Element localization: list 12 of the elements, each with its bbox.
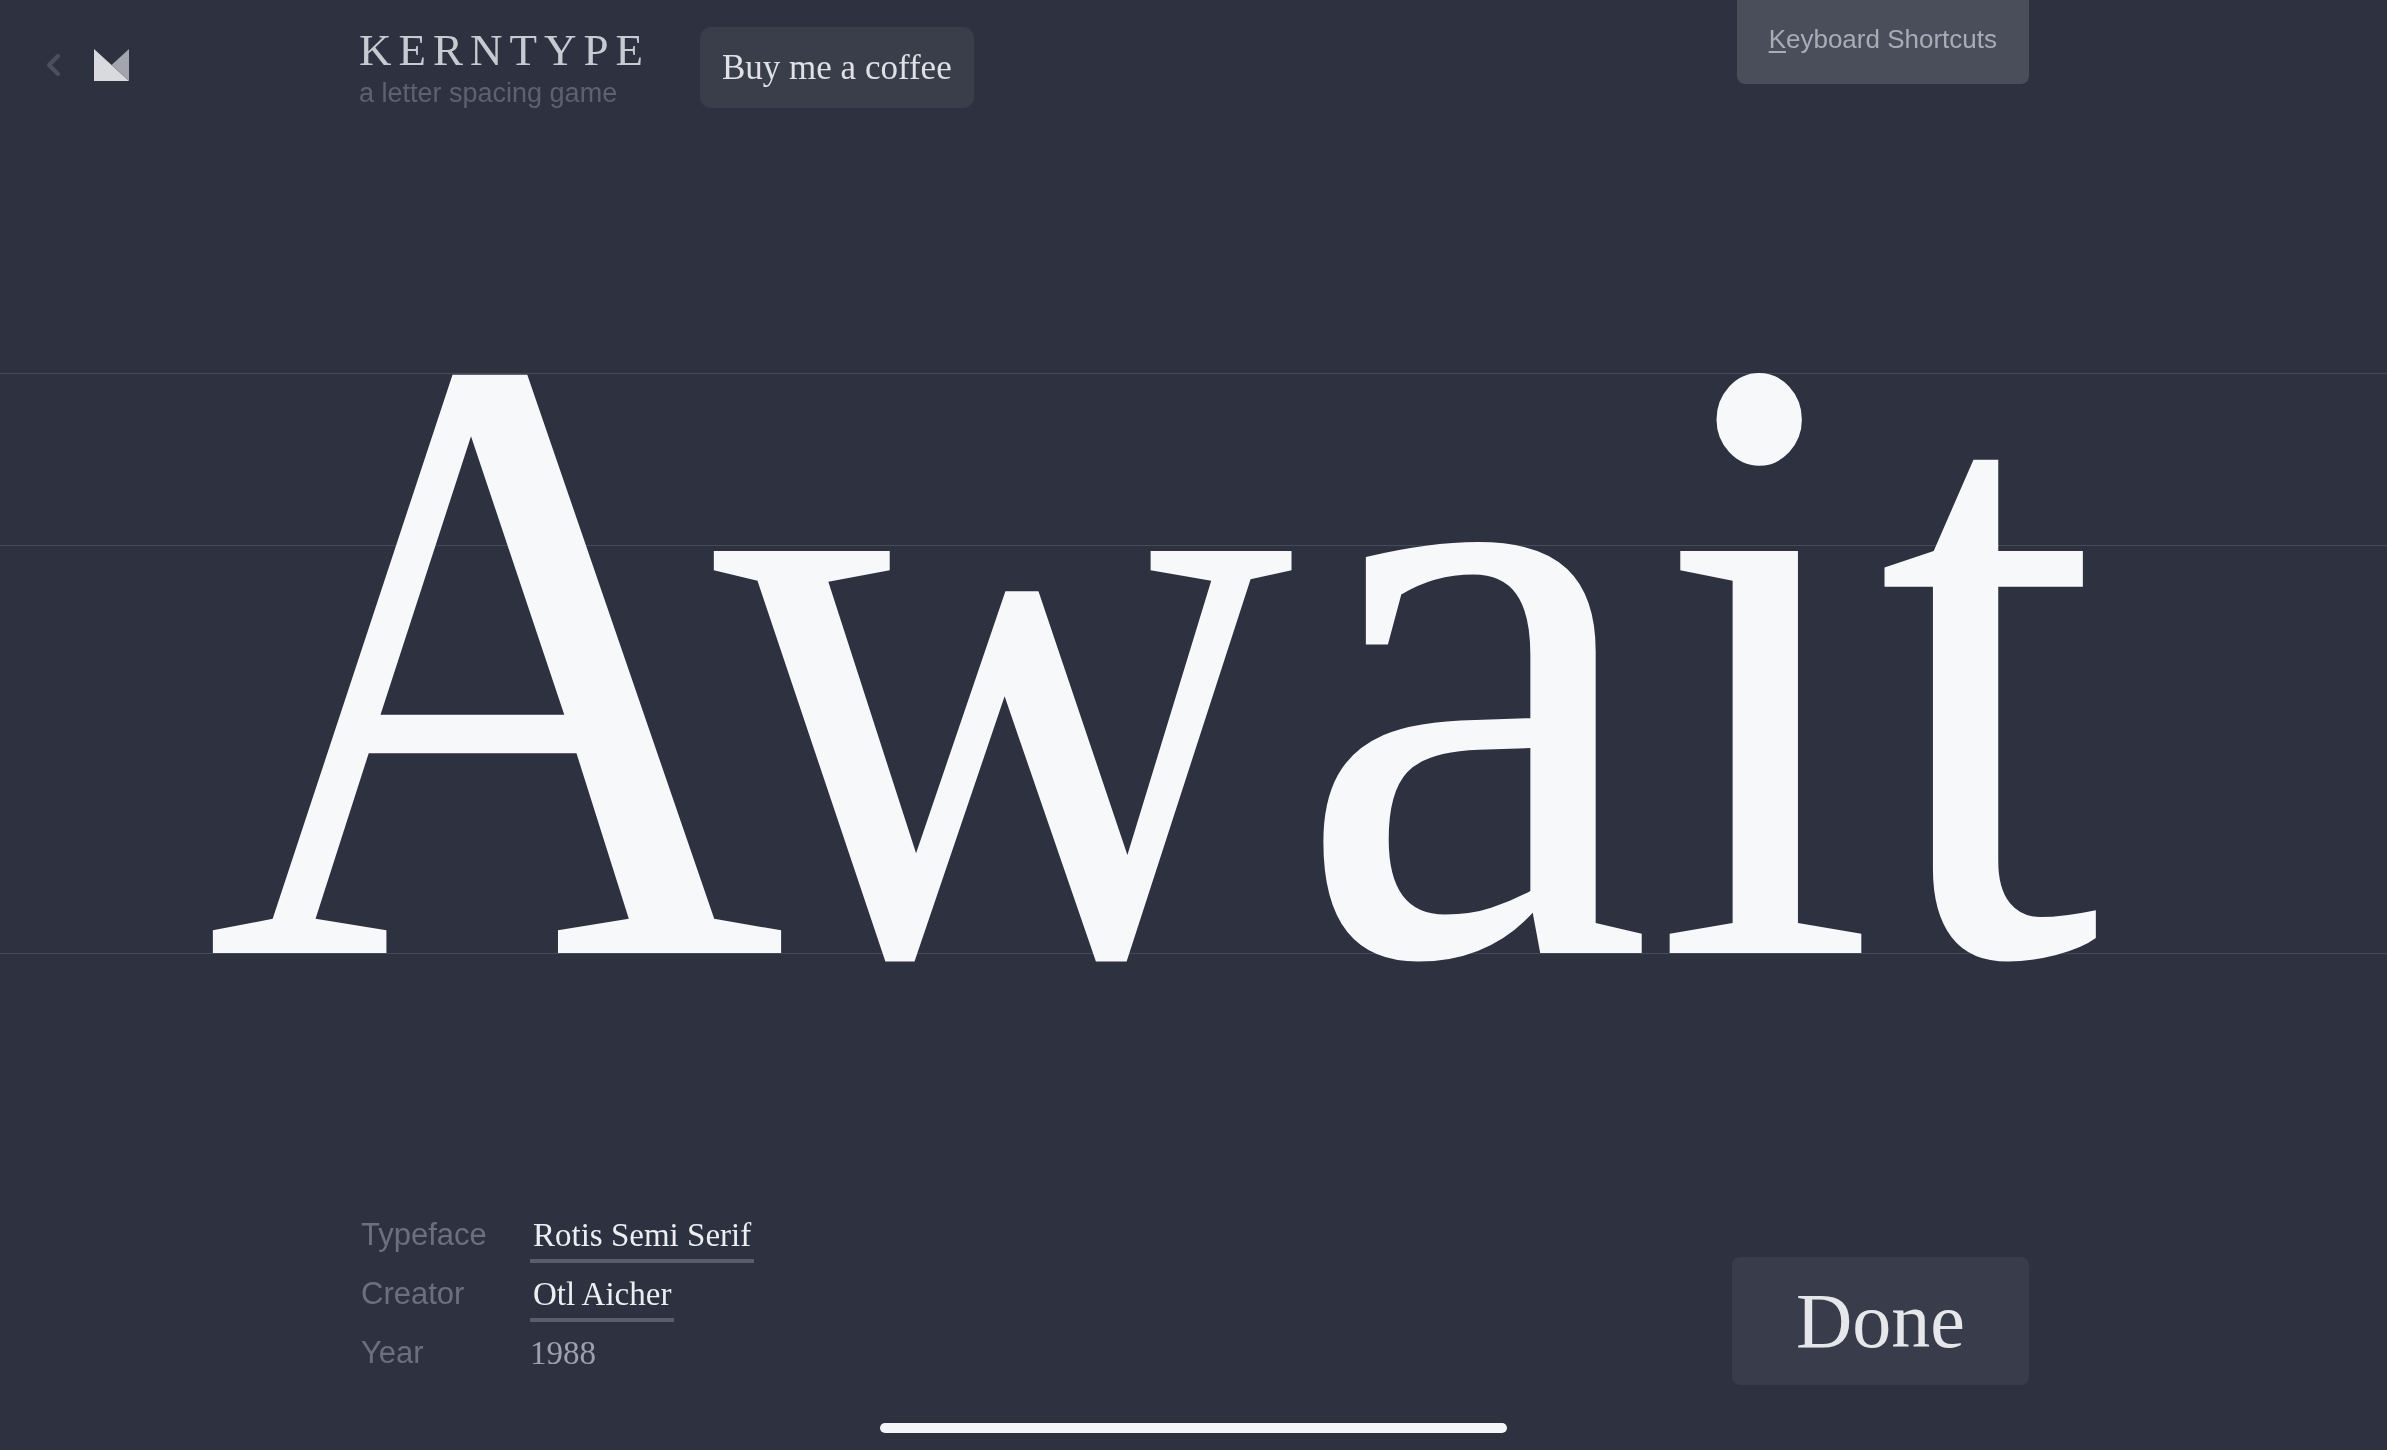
info-value: 1988	[530, 1333, 596, 1373]
info-link[interactable]: Otl Aicher	[530, 1275, 675, 1322]
buy-coffee-button[interactable]: Buy me a coffee	[700, 27, 974, 108]
info-label: Year	[361, 1334, 425, 1373]
info-label: Creator	[361, 1275, 466, 1314]
specimen-word[interactable]: Await	[205, 307, 2101, 1008]
logo-icon[interactable]	[94, 49, 129, 81]
done-button[interactable]: Done	[1732, 1257, 2029, 1385]
app-title: KERNTYPE	[359, 28, 650, 73]
keyboard-shortcuts-button[interactable]: Keyboard Shortcuts	[1736, 0, 2029, 84]
info-link[interactable]: Rotis Semi Serif	[530, 1216, 755, 1263]
info-label: Typeface	[361, 1216, 488, 1255]
